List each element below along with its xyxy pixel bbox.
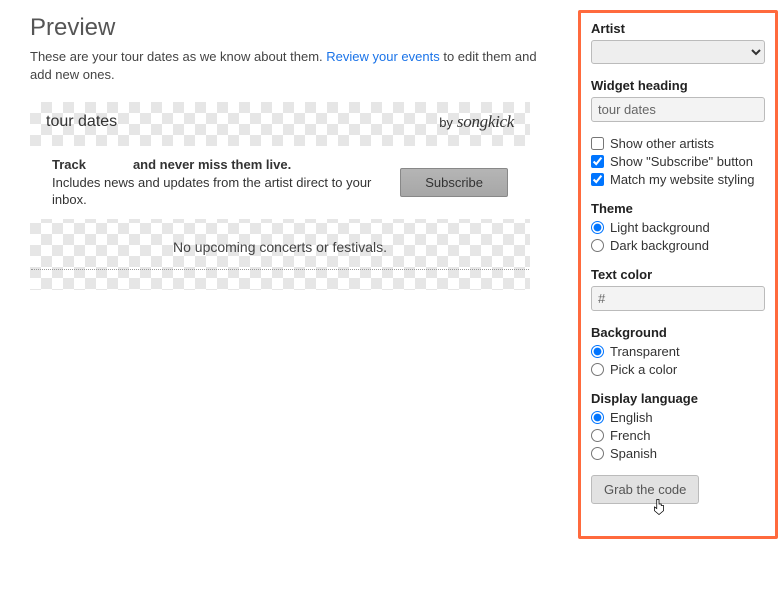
by-label: by bbox=[439, 115, 453, 130]
bg-pick-label: Pick a color bbox=[610, 362, 677, 377]
widget-heading-label: Widget heading bbox=[591, 78, 765, 93]
songkick-attribution: by songkick bbox=[439, 112, 514, 132]
textcolor-label: Text color bbox=[591, 267, 765, 282]
widget-preview: tour dates by songkick Track and never m… bbox=[30, 102, 530, 290]
bg-transparent-radio[interactable] bbox=[591, 345, 604, 358]
match-styling-label: Match my website styling bbox=[610, 172, 755, 187]
theme-light-label: Light background bbox=[610, 220, 710, 235]
artist-label: Artist bbox=[591, 21, 765, 36]
lang-en-radio[interactable] bbox=[591, 411, 604, 424]
show-other-artists-checkbox[interactable] bbox=[591, 137, 604, 150]
bg-pick-radio[interactable] bbox=[591, 363, 604, 376]
widget-heading-input[interactable] bbox=[591, 97, 765, 122]
show-other-artists-label: Show other artists bbox=[610, 136, 714, 151]
cursor-icon bbox=[651, 498, 667, 516]
widget-header: tour dates by songkick bbox=[30, 102, 530, 146]
theme-dark-radio[interactable] bbox=[591, 239, 604, 252]
track-subline: Includes news and updates from the artis… bbox=[52, 175, 371, 208]
track-suffix: and never miss them live. bbox=[129, 157, 291, 172]
widget-heading-text: tour dates bbox=[46, 113, 117, 131]
show-subscribe-label: Show "Subscribe" button bbox=[610, 154, 753, 169]
theme-label: Theme bbox=[591, 201, 765, 216]
preview-title: Preview bbox=[30, 14, 558, 42]
lang-fr-radio[interactable] bbox=[591, 429, 604, 442]
track-line: Track and never miss them live. bbox=[52, 157, 291, 172]
subscribe-button[interactable]: Subscribe bbox=[400, 168, 508, 197]
settings-panel: Artist Widget heading Show other artists… bbox=[578, 10, 778, 539]
widget-empty-message: No upcoming concerts or festivals. bbox=[30, 219, 530, 269]
match-styling-checkbox[interactable] bbox=[591, 173, 604, 186]
show-subscribe-checkbox[interactable] bbox=[591, 155, 604, 168]
widget-subscribe-panel: Track and never miss them live. Includes… bbox=[30, 146, 530, 219]
lang-en-label: English bbox=[610, 410, 653, 425]
track-prefix: Track bbox=[52, 157, 90, 172]
bg-transparent-label: Transparent bbox=[610, 344, 680, 359]
background-label: Background bbox=[591, 325, 765, 340]
theme-dark-label: Dark background bbox=[610, 238, 709, 253]
songkick-logo: songkick bbox=[457, 112, 514, 132]
lang-fr-label: French bbox=[610, 428, 650, 443]
preview-desc-text-a: These are your tour dates as we know abo… bbox=[30, 49, 326, 64]
lang-es-label: Spanish bbox=[610, 446, 657, 461]
theme-light-radio[interactable] bbox=[591, 221, 604, 234]
lang-es-radio[interactable] bbox=[591, 447, 604, 460]
widget-divider bbox=[31, 269, 529, 270]
textcolor-input[interactable] bbox=[591, 286, 765, 311]
review-events-link[interactable]: Review your events bbox=[326, 49, 439, 64]
grab-code-button[interactable]: Grab the code bbox=[591, 475, 699, 504]
artist-select[interactable] bbox=[591, 40, 765, 64]
language-label: Display language bbox=[591, 391, 765, 406]
preview-description: These are your tour dates as we know abo… bbox=[30, 48, 558, 84]
